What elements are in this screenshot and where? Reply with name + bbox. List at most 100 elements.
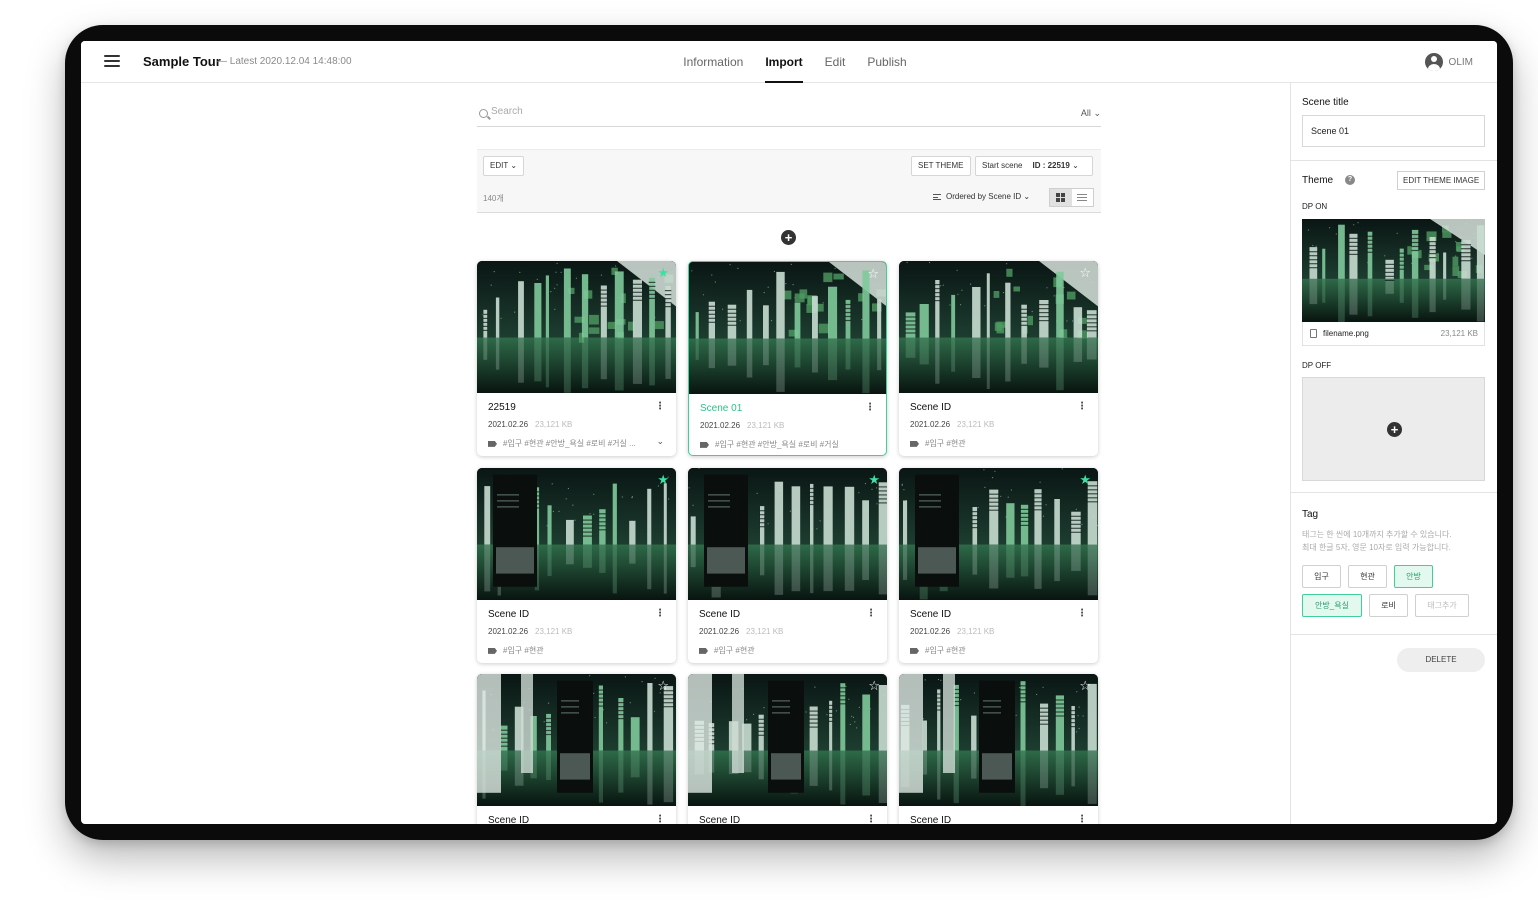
tag-help-line-1: 태그는 한 씬에 10개까지 추가할 수 있습니다. [1302, 530, 1452, 539]
user-name: OLIM [1448, 56, 1473, 68]
list-icon [1077, 192, 1088, 203]
star-outline-icon[interactable]: ☆ [1079, 679, 1091, 692]
tag-chip[interactable]: 로비 [1369, 594, 1408, 617]
more-vertical-icon[interactable]: ⋮ [1077, 608, 1087, 619]
scene-tags-text: #입구 #현관 #안방_욕실 #로비 #거실 ... [503, 439, 636, 448]
dp-off-label: DP OFF [1302, 361, 1332, 370]
scene-file-size: 23,121 KB [746, 627, 784, 636]
sort-label: Ordered by Scene ID [946, 192, 1022, 201]
chevron-down-icon: ⌄ [510, 161, 518, 170]
chevron-down-icon[interactable]: ⌄ [656, 436, 664, 447]
scene-tags-text: #입구 #현관 [503, 646, 544, 655]
start-scene-dropdown[interactable]: Start scene ID : 22519 ⌄ [975, 156, 1093, 176]
dp-off-upload[interactable]: + [1302, 377, 1485, 481]
star-filled-icon[interactable]: ★ [1079, 473, 1091, 486]
scene-tags-text: #입구 #현관 [714, 646, 755, 655]
dp-on-label: DP ON [1302, 202, 1328, 211]
scene-detail-panel: Scene title Theme ? EDIT THEME IMAGE DP … [1290, 83, 1497, 824]
tab-publish[interactable]: Publish [867, 41, 906, 83]
scene-thumbnail: ☆ [899, 674, 1098, 806]
scene-tags-text: #입구 #현관 [925, 439, 966, 448]
tag-chip-selected[interactable]: 안방 [1394, 565, 1433, 588]
scene-card[interactable]: ☆ Scene ID ⋮ [477, 674, 676, 824]
app-screen: Sample Tour — Latest 2020.12.04 14:48:00… [81, 41, 1497, 824]
scene-card[interactable]: ★ 22519 ⋮ 2021.02.26 23,121 KB #입구 #현관 #안방_욕실… [477, 261, 676, 456]
theme-label: Theme [1302, 175, 1334, 186]
tag-chip[interactable]: 입구 [1302, 565, 1341, 588]
dp-on-image [1302, 219, 1485, 322]
star-filled-icon[interactable]: ★ [868, 473, 880, 486]
device-frame: Sample Tour — Latest 2020.12.04 14:48:00… [65, 25, 1513, 840]
tab-information[interactable]: Information [683, 41, 743, 83]
main-nav: Information Import Edit Publish [81, 41, 1497, 83]
set-theme-button[interactable]: SET THEME [911, 156, 971, 176]
star-outline-icon[interactable]: ☆ [657, 679, 669, 692]
add-scene-button[interactable]: + [781, 230, 796, 245]
star-filled-icon[interactable]: ★ [657, 473, 669, 486]
scene-title-input[interactable] [1302, 115, 1485, 147]
scene-card[interactable]: ★ Scene ID ⋮ 2021.02.26 23,121 KB #입구 #현관 [899, 468, 1098, 663]
sort-dropdown[interactable]: Ordered by Scene ID ⌄ [933, 192, 1030, 201]
more-vertical-icon[interactable]: ⋮ [655, 608, 665, 619]
more-vertical-icon[interactable]: ⋮ [655, 814, 665, 824]
tag-help-text: 태그는 한 씬에 10개까지 추가할 수 있습니다. 최대 한글 5자, 영문 … [1302, 528, 1492, 554]
scene-card[interactable]: ★ Scene ID ⋮ 2021.02.26 23,121 KB #입구 #현관 [477, 468, 676, 663]
scene-file-size: 23,121 KB [535, 420, 573, 429]
tag-icon [700, 441, 709, 448]
tag-icon [488, 440, 497, 447]
filter-dropdown[interactable]: All ⌄ [1081, 108, 1101, 119]
grid-icon [1056, 193, 1066, 202]
scene-thumbnail: ★ [477, 261, 676, 393]
tag-chip-selected[interactable]: 안방_욕실 [1302, 594, 1362, 617]
chevron-down-icon: ⌄ [1072, 161, 1079, 170]
user-menu[interactable]: OLIM [1424, 53, 1473, 71]
more-vertical-icon[interactable]: ⋮ [866, 814, 876, 824]
scene-card[interactable]: ☆ Scene ID ⋮ [688, 674, 887, 824]
list-view-button[interactable] [1072, 189, 1094, 206]
scene-tags-text: #입구 #현관 #안방_욕실 #로비 #거실 [715, 440, 839, 449]
add-tag-button[interactable]: 태그추가 [1415, 594, 1469, 617]
view-toggle [1049, 188, 1094, 207]
scene-count: 140개 [483, 194, 504, 203]
star-outline-icon[interactable]: ☆ [1079, 266, 1091, 279]
scene-tags: #입구 #현관 [488, 645, 544, 656]
more-vertical-icon[interactable]: ⋮ [866, 608, 876, 619]
grid-view-button[interactable] [1050, 189, 1072, 206]
scene-thumbnail: ☆ [689, 262, 886, 394]
delete-button[interactable]: DELETE [1397, 648, 1485, 672]
file-name: filename.png [1323, 329, 1369, 338]
tag-chip[interactable]: 현관 [1348, 565, 1387, 588]
star-outline-icon[interactable]: ☆ [868, 679, 880, 692]
help-icon[interactable]: ? [1345, 175, 1355, 185]
star-outline-icon[interactable]: ☆ [867, 267, 879, 280]
edit-theme-image-button[interactable]: EDIT THEME IMAGE [1397, 171, 1486, 190]
scene-title: Scene ID [910, 402, 952, 413]
scene-card[interactable]: ☆ Scene 01 ⋮ 2021.02.26 23,121 KB #입구 #현관 #안방… [688, 261, 887, 456]
star-filled-icon[interactable]: ★ [657, 266, 669, 279]
scene-title: Scene ID [699, 815, 741, 824]
search-input[interactable] [491, 106, 1051, 117]
scene-thumbnail: ☆ [477, 674, 676, 806]
more-vertical-icon[interactable]: ⋮ [865, 402, 875, 413]
tag-help-line-2: 최대 한글 5자, 영문 10자로 입력 가능합니다. [1302, 543, 1451, 552]
scene-date: 2021.02.26 [488, 420, 529, 429]
edit-dropdown-button[interactable]: EDIT ⌄ [483, 156, 525, 176]
scene-tags: #입구 #현관 #안방_욕실 #로비 #거실 ... [488, 438, 636, 449]
tag-icon [699, 647, 708, 654]
tab-import[interactable]: Import [765, 41, 804, 83]
filter-label: All [1080, 108, 1091, 118]
more-vertical-icon[interactable]: ⋮ [1077, 401, 1087, 412]
scene-file-size: 23,121 KB [957, 420, 995, 429]
scene-card[interactable]: ☆ Scene ID ⋮ [899, 674, 1098, 824]
scene-card[interactable]: ★ Scene ID ⋮ 2021.02.26 23,121 KB #입구 #현관 [688, 468, 887, 663]
more-vertical-icon[interactable]: ⋮ [655, 401, 665, 412]
tab-edit[interactable]: Edit [825, 41, 846, 83]
start-scene-label: Start scene [982, 161, 1023, 170]
scene-date: 2021.02.26 [910, 627, 951, 636]
more-vertical-icon[interactable]: ⋮ [1077, 814, 1087, 824]
chevron-down-icon: ⌄ [1093, 108, 1101, 118]
scene-card[interactable]: ☆ Scene ID ⋮ 2021.02.26 23,121 KB #입구 #현관 [899, 261, 1098, 456]
scene-tags: #입구 #현관 [910, 645, 966, 656]
scene-title: Scene ID [699, 609, 741, 620]
tag-icon [910, 647, 919, 654]
